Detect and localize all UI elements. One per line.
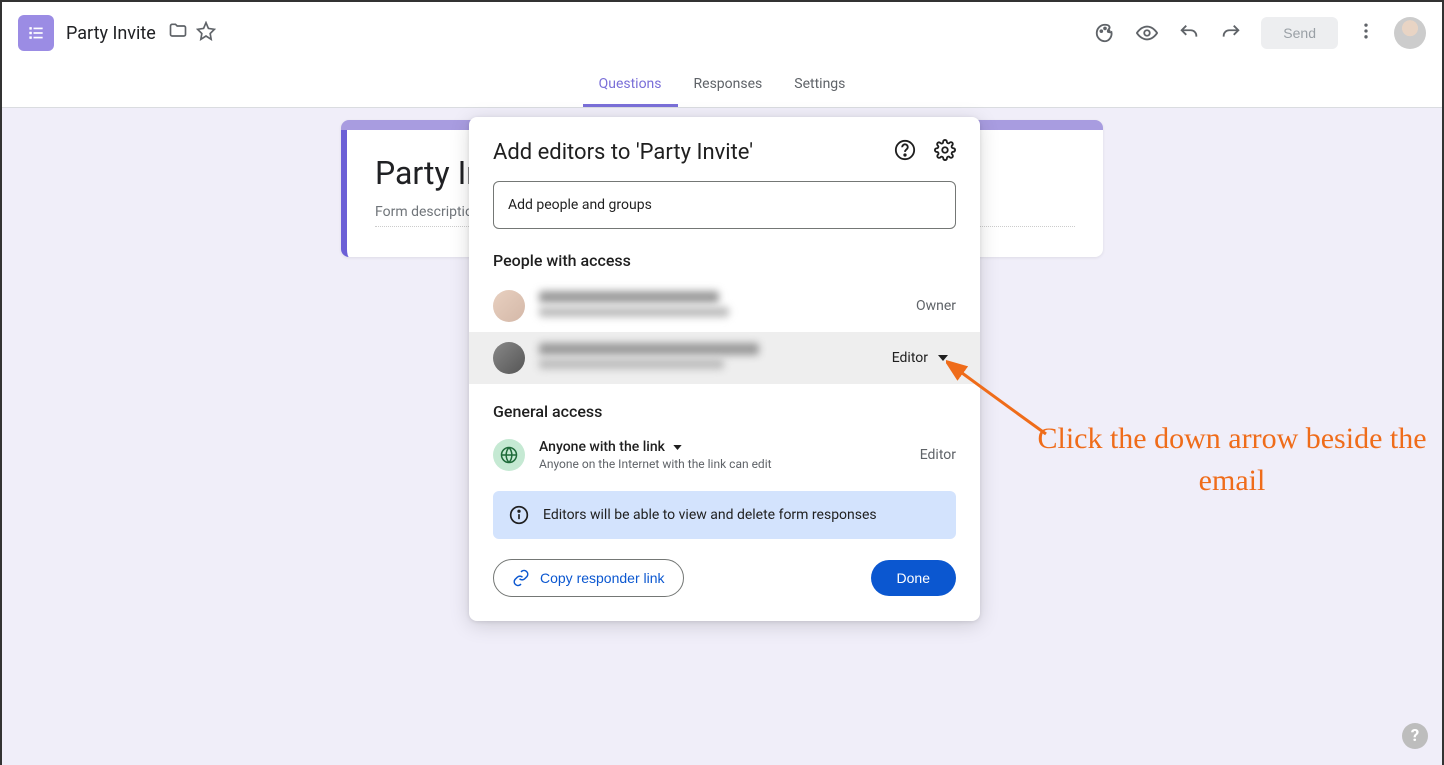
done-button[interactable]: Done [871, 560, 956, 596]
general-access-row: Anyone with the link Anyone on the Inter… [469, 431, 980, 487]
globe-icon [493, 439, 525, 471]
person-email-redacted [539, 359, 724, 369]
annotation-text: Click the down arrow beside the email [1022, 418, 1442, 502]
tabs-bar: Questions Responses Settings [2, 64, 1442, 108]
info-icon [509, 505, 529, 525]
dialog-footer: Copy responder link Done [469, 559, 980, 621]
chevron-down-icon [673, 445, 682, 450]
send-button[interactable]: Send [1261, 17, 1338, 49]
chevron-down-icon [938, 355, 948, 361]
person-avatar [493, 342, 525, 374]
general-access-heading: General access [469, 384, 980, 431]
dialog-header: Add editors to 'Party Invite' [469, 117, 980, 181]
document-title[interactable]: Party Invite [66, 23, 156, 44]
help-icon[interactable] [894, 139, 916, 165]
notice-text: Editors will be able to view and delete … [543, 507, 877, 523]
person-row-owner: Owner [469, 280, 980, 332]
person-info [539, 291, 916, 321]
tab-settings[interactable]: Settings [778, 64, 861, 107]
general-access-subtitle: Anyone on the Internet with the link can… [539, 457, 920, 471]
role-label: Editor [892, 350, 928, 366]
theme-icon[interactable] [1093, 21, 1117, 45]
role-dropdown[interactable]: Editor [884, 346, 956, 370]
undo-icon[interactable] [1177, 21, 1201, 45]
add-people-input[interactable]: Add people and groups [493, 181, 956, 229]
share-dialog: Add editors to 'Party Invite' Add people… [469, 117, 980, 621]
tab-responses[interactable]: Responses [678, 64, 779, 107]
person-name-redacted [539, 291, 719, 303]
general-access-label: Anyone with the link [539, 439, 665, 455]
link-icon [512, 569, 530, 587]
person-email-redacted [539, 307, 729, 317]
copy-link-button[interactable]: Copy responder link [493, 559, 684, 597]
star-icon[interactable] [196, 21, 216, 45]
more-icon[interactable] [1356, 21, 1376, 45]
copy-link-label: Copy responder link [540, 570, 665, 586]
help-fab[interactable]: ? [1402, 723, 1428, 749]
move-to-folder-icon[interactable] [168, 21, 188, 45]
general-role-label: Editor [920, 447, 956, 463]
person-name-redacted [539, 343, 759, 355]
general-access-dropdown[interactable]: Anyone with the link [539, 439, 920, 455]
app-header: Party Invite Send [2, 2, 1442, 64]
person-info [539, 343, 884, 373]
preview-icon[interactable] [1135, 21, 1159, 45]
forms-logo [18, 15, 54, 51]
redo-icon[interactable] [1219, 21, 1243, 45]
people-access-heading: People with access [469, 247, 980, 280]
header-actions: Send [1093, 17, 1426, 49]
info-notice: Editors will be able to view and delete … [493, 491, 956, 539]
dialog-title: Add editors to 'Party Invite' [493, 140, 894, 165]
settings-gear-icon[interactable] [934, 139, 956, 165]
tab-questions[interactable]: Questions [583, 64, 678, 107]
user-avatar[interactable] [1394, 17, 1426, 49]
person-avatar [493, 290, 525, 322]
person-row-editor: Editor [469, 332, 980, 384]
role-owner-label: Owner [916, 298, 956, 314]
